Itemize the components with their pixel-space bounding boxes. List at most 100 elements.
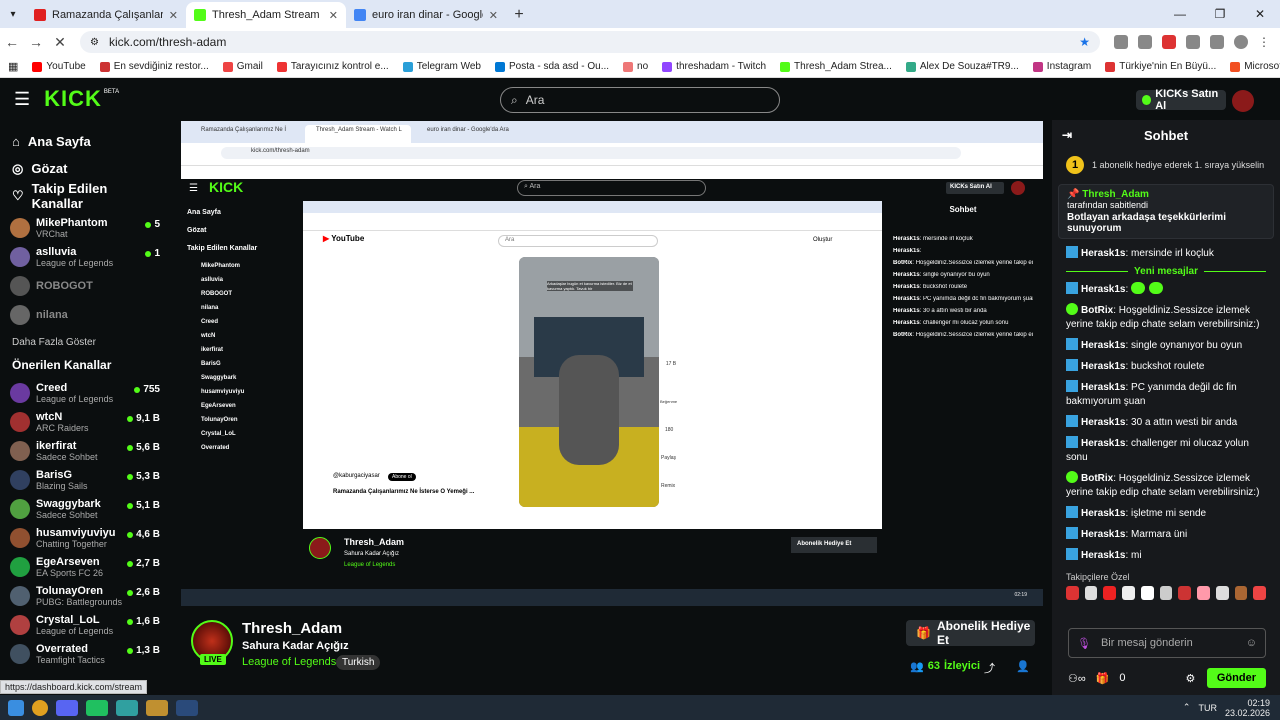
bookmark-item[interactable]: Türkiye'nin En Büyü...	[1105, 61, 1216, 72]
chat-message[interactable]: Herask1s: challenger mi olucaz yolun son…	[1052, 433, 1280, 468]
bookmark-item[interactable]: YouTube	[32, 61, 86, 72]
bookmark-item[interactable]: En sevdiğiniz restor...	[99, 61, 209, 72]
emote-icon[interactable]	[1140, 586, 1154, 600]
tab-close-icon[interactable]: ✕	[329, 9, 338, 22]
app-taskbar-icon[interactable]	[116, 699, 138, 716]
extension-icon[interactable]	[1114, 35, 1128, 49]
nav-browse[interactable]: ◎ Gözat	[0, 155, 170, 182]
chat-username[interactable]: BotRix	[1081, 473, 1113, 484]
emote-icon[interactable]	[1234, 586, 1248, 600]
stream-video-player[interactable]: Ramazanda Çalışanlarımız Ne İ Thresh_Ada…	[181, 121, 1043, 606]
chat-message-input[interactable]: 🎙 Bir mesaj gönderin ☺	[1068, 628, 1266, 658]
emote-icon[interactable]	[1253, 586, 1267, 600]
bookmark-item[interactable]: Instagram	[1032, 61, 1091, 72]
profile-icon[interactable]	[1234, 35, 1248, 49]
bookmark-item[interactable]: Alex De Souza#TR9...	[905, 61, 1019, 72]
sidebar-channel[interactable]: aslluvia League of Legends 1	[0, 242, 170, 271]
emoji-icon[interactable]: ☺	[1246, 637, 1257, 649]
buy-kicks-button[interactable]: KICKs Satın Al	[1136, 88, 1226, 112]
windows-start-icon[interactable]	[8, 699, 24, 716]
kick-logo[interactable]: KICK	[44, 86, 102, 112]
nav-heart[interactable]: ♡ Takip Edilen Kanallar	[0, 181, 170, 211]
chat-username[interactable]: Herask1s	[1081, 529, 1125, 540]
chat-message[interactable]: Herask1s: mi	[1052, 545, 1280, 566]
share-icon[interactable]: ⤴	[984, 660, 995, 676]
pinned-message[interactable]: 📌 Thresh_Adam tarafından sabitlendi Botl…	[1058, 184, 1274, 239]
sidebar-channel[interactable]: wtcN ARC Raiders 9,1 B	[0, 407, 170, 436]
emote-icon[interactable]	[1066, 586, 1079, 600]
bookmark-item[interactable]: Telegram Web	[402, 61, 481, 72]
emote-icon[interactable]	[1103, 586, 1117, 600]
emote-icon[interactable]	[1122, 586, 1135, 600]
sidebar-channel[interactable]: BarisG Blazing Sails 5,3 B	[0, 465, 170, 494]
shield-icon[interactable]	[1138, 35, 1152, 49]
sidebar-channel[interactable]: Crystal_LoL League of Legends 1,6 B	[0, 610, 170, 639]
app-taskbar-icon[interactable]	[86, 699, 108, 716]
chat-username[interactable]: Herask1s	[1081, 550, 1125, 561]
hamburger-menu-icon[interactable]: ☰	[14, 89, 30, 110]
bookmark-star-icon[interactable]: ★	[1079, 35, 1090, 49]
chat-message[interactable]: Herask1s: 30 a attın westi bir anda	[1052, 412, 1280, 433]
chat-message[interactable]: Herask1s: Marmara üni	[1052, 524, 1280, 545]
site-info-icon[interactable]: ⚙	[90, 37, 99, 48]
chat-username[interactable]: Herask1s	[1081, 382, 1125, 393]
collapse-chat-icon[interactable]: ⇥	[1062, 128, 1072, 142]
bookmark-item[interactable]: Thresh_Adam Strea...	[780, 61, 892, 72]
sidebar-channel[interactable]: Swaggybark Sadece Sohbet 5,1 B	[0, 494, 170, 523]
sidebar-channel[interactable]: EgeArseven EA Sports FC 26 2,7 B	[0, 552, 170, 581]
discord-taskbar-icon[interactable]	[56, 699, 78, 716]
browser-tab[interactable]: Ramazanda Çalışanlarımız Ne İ ✕	[26, 2, 186, 28]
sidebar-channel[interactable]: nilana	[0, 300, 170, 329]
forward-icon[interactable]: →	[24, 34, 48, 50]
apps-icon[interactable]: ▦	[8, 60, 18, 73]
chat-username[interactable]: Herask1s	[1081, 438, 1125, 449]
gift-box-icon[interactable]: 🎁	[1096, 672, 1110, 685]
sidebar-channel[interactable]: Creed League of Legends 755	[0, 378, 170, 407]
follow-options-icon[interactable]: 👤	[1016, 660, 1030, 673]
bookmark-item[interactable]: no	[623, 61, 648, 72]
settings-gear-icon[interactable]: ⚙	[1186, 672, 1196, 685]
bookmark-item[interactable]: Gmail	[222, 61, 263, 72]
nav-home[interactable]: ⌂ Ana Sayfa	[0, 128, 170, 155]
gift-subscription-button[interactable]: 🎁 Abonelik Hediye Et	[906, 619, 1035, 647]
url-bar[interactable]: ⚙ kick.com/thresh-adam ★	[80, 31, 1100, 53]
chat-username[interactable]: Herask1s	[1081, 340, 1125, 351]
back-icon[interactable]: ←	[0, 34, 24, 50]
sidebar-channel[interactable]: husamviyuviyu Chatting Together 4,6 B	[0, 523, 170, 552]
chat-username[interactable]: Herask1s	[1081, 417, 1125, 428]
minimize-icon[interactable]: —	[1160, 0, 1200, 28]
steam-taskbar-icon[interactable]	[176, 699, 198, 716]
emote-icon[interactable]	[1197, 586, 1210, 600]
tab-search-icon[interactable]: ▾	[0, 0, 26, 28]
user-avatar[interactable]	[1232, 90, 1254, 112]
menu-dots-icon[interactable]: ⋮	[1258, 35, 1272, 49]
chat-message[interactable]: BotRix: Hoşgeldiniz.Sessizce izlemek yer…	[1052, 468, 1280, 503]
emote-icon[interactable]	[1159, 586, 1173, 600]
chat-message[interactable]: Herask1s: işletme mi sende	[1052, 503, 1280, 524]
sidebar-channel[interactable]: MikePhantom VRChat 5	[0, 213, 170, 242]
chat-username[interactable]: Herask1s	[1081, 248, 1125, 259]
media-icon[interactable]	[1210, 35, 1224, 49]
tab-close-icon[interactable]: ✕	[169, 9, 178, 22]
sidebar-channel[interactable]: TolunayOren PUBG: Battlegrounds 2,6 B	[0, 581, 170, 610]
chat-message[interactable]: Herask1s: single oynanıyor bu oyun	[1052, 335, 1280, 356]
browser-tab[interactable]: Thresh_Adam Stream - Watch L ✕	[186, 2, 346, 28]
sidebar-channel[interactable]: ROBOGOT	[0, 271, 170, 300]
close-window-icon[interactable]: ✕	[1240, 0, 1280, 28]
show-more-link[interactable]: Daha Fazla Göster	[0, 329, 170, 352]
stop-loading-icon[interactable]: ✕	[48, 34, 72, 51]
sidebar-channel[interactable]: ikerfirat Sadece Sohbet 5,6 B	[0, 436, 170, 465]
mic-icon[interactable]: 🎙	[1077, 637, 1091, 650]
lol-taskbar-icon[interactable]	[146, 699, 168, 716]
bookmark-item[interactable]: Posta - sda asd - Ou...	[495, 61, 609, 72]
gift-leaderboard[interactable]: 1 1 abonelik hediye ederek 1. sıraya yük…	[1052, 150, 1280, 180]
chat-username[interactable]: Herask1s	[1081, 361, 1125, 372]
clock[interactable]: 02:19 23.02.2026	[1225, 698, 1270, 718]
tab-close-icon[interactable]: ✕	[489, 9, 498, 22]
bookmark-item[interactable]: Microsoft account |...	[1230, 61, 1280, 72]
chat-message[interactable]: Herask1s:	[1052, 279, 1280, 300]
search-input[interactable]: ⌕ Ara	[500, 87, 780, 113]
chat-username[interactable]: BotRix	[1081, 305, 1113, 316]
chat-message[interactable]: Herask1s: PC yanımda değil dc fin bakmıy…	[1052, 377, 1280, 412]
chat-message[interactable]: Herask1s: mersinde irl koçluk	[1052, 243, 1280, 264]
